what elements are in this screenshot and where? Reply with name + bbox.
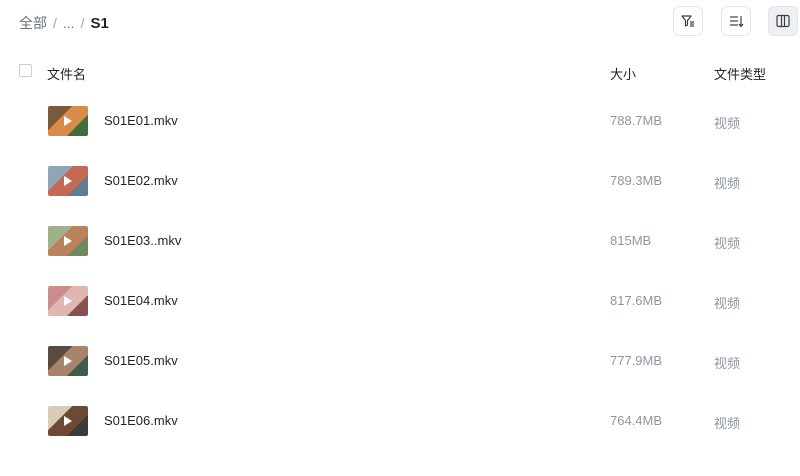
file-type: 视频: [714, 296, 741, 311]
table-row[interactable]: S01E02.mkv 789.3MB 视频: [0, 151, 800, 211]
play-icon: [64, 116, 72, 126]
table-row[interactable]: S01E04.mkv 817.6MB 视频: [0, 271, 800, 331]
filter-icon: [681, 15, 694, 27]
file-name: S01E02.mkv: [104, 173, 178, 188]
breadcrumb-separator: /: [53, 15, 57, 31]
column-header-name[interactable]: 文件名: [47, 64, 86, 83]
breadcrumb-root[interactable]: 全部: [19, 13, 47, 33]
table-row[interactable]: S01E05.mkv 777.9MB 视频: [0, 331, 800, 391]
breadcrumb-separator: /: [80, 15, 85, 31]
file-name: S01E06.mkv: [104, 413, 178, 428]
file-name: S01E03..mkv: [104, 233, 182, 248]
file-size: 789.3MB: [610, 173, 663, 188]
file-size: 815MB: [610, 233, 652, 248]
play-icon: [64, 416, 72, 426]
filter-button[interactable]: [673, 6, 703, 36]
breadcrumb-current: S1: [90, 14, 109, 32]
video-thumbnail: [48, 406, 88, 436]
play-icon: [64, 356, 72, 366]
file-type: 视频: [714, 116, 741, 131]
play-icon: [64, 236, 72, 246]
file-name: S01E04.mkv: [104, 293, 178, 308]
breadcrumb-ellipsis[interactable]: ...: [63, 15, 75, 31]
file-name: S01E01.mkv: [104, 113, 178, 128]
table-row[interactable]: S01E03..mkv 815MB 视频: [0, 211, 800, 271]
table-row[interactable]: S01E01.mkv 788.7MB 视频: [0, 91, 800, 151]
video-thumbnail: [48, 346, 88, 376]
file-size: 777.9MB: [610, 353, 663, 368]
play-icon: [64, 296, 72, 306]
sort-button[interactable]: [721, 6, 751, 36]
columns-icon: [776, 14, 790, 28]
file-type: 视频: [714, 416, 741, 431]
video-thumbnail: [48, 106, 88, 136]
video-thumbnail: [48, 226, 88, 256]
file-type: 视频: [714, 176, 741, 191]
table-header: 文件名 大小 文件类型: [0, 58, 800, 86]
file-name: S01E05.mkv: [104, 353, 178, 368]
file-size: 764.4MB: [610, 413, 663, 428]
file-type: 视频: [714, 356, 741, 371]
column-header-type[interactable]: 文件类型: [714, 64, 766, 83]
video-thumbnail: [48, 166, 88, 196]
file-list: S01E01.mkv 788.7MB 视频 S01E02.mkv 789.3MB…: [0, 91, 800, 451]
select-all-checkbox[interactable]: [19, 64, 32, 77]
table-row[interactable]: S01E06.mkv 764.4MB 视频: [0, 391, 800, 451]
file-browser: 全部 / ... / S1 文件名 大小 文件类型 S01E01.mkv 788…: [0, 0, 800, 476]
layout-button[interactable]: [768, 6, 798, 36]
play-icon: [64, 176, 72, 186]
video-thumbnail: [48, 286, 88, 316]
file-size: 788.7MB: [610, 113, 663, 128]
breadcrumb: 全部 / ... / S1: [19, 13, 109, 33]
sort-icon: [730, 16, 744, 28]
file-type: 视频: [714, 236, 741, 251]
file-size: 817.6MB: [610, 293, 663, 308]
column-header-size[interactable]: 大小: [610, 64, 636, 83]
